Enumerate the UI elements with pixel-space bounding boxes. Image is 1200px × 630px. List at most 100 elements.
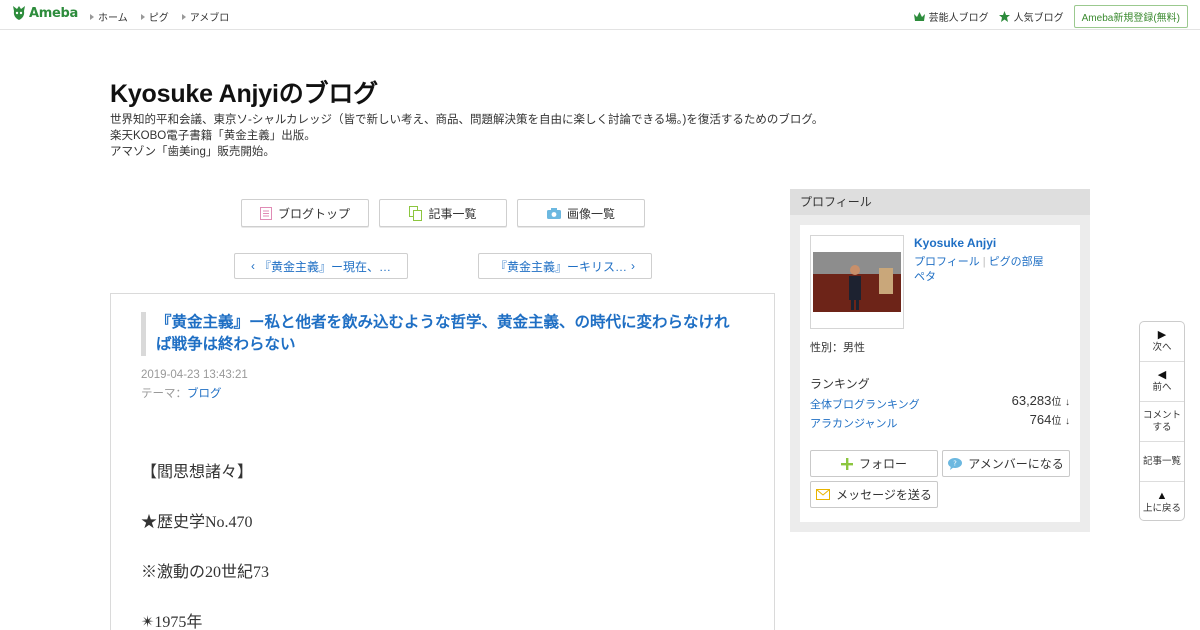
register-button[interactable]: Ameba新規登録(無料) (1073, 5, 1188, 28)
blog-description-line: アマゾン「歯美ing」販売開始。 (110, 146, 275, 158)
envelope-icon (816, 489, 831, 500)
blog-top-button[interactable]: ブログトップ (241, 199, 369, 227)
rank-down-arrow: ↓ (1065, 397, 1070, 408)
document-icon (259, 206, 272, 220)
rank-unit: 位 (1051, 397, 1062, 408)
global-header: Ameba ホーム ピグ アメブロ 芸能人ブログ 人気ブログ Ameba新規登録… (0, 0, 1200, 30)
caret-right-icon (90, 13, 94, 20)
float-top-button[interactable]: ▲ 上に戻る (1140, 482, 1184, 522)
ameba-logo[interactable]: Ameba (12, 5, 78, 22)
float-next-button[interactable]: ▶ 次へ (1140, 322, 1184, 362)
nav-ameblo-label: アメブロ (189, 13, 230, 24)
blog-description-line: 世界知的平和会議、東京ソ-シャルカレッジ（皆で新しい考え、商品、問題解決策を自由… (110, 114, 824, 126)
crown-icon (913, 12, 925, 21)
float-next-label: 次へ (1152, 342, 1172, 353)
chevron-right-icon: › (631, 259, 635, 273)
profile-box: Kyosuke Anjyi プロフィール | ピグの部屋 ペタ 性別：男性 ランキン… (800, 225, 1080, 522)
profile-sex: 性別：男性 (810, 342, 865, 354)
article-paragraph: ※激動の20世紀73 (141, 564, 270, 581)
article-paragraph: 【閻思想諸々】 (141, 464, 254, 481)
article-date: 2019-04-23 13:43:21 (141, 369, 248, 381)
amember-label: アメンバーになる (968, 457, 1064, 471)
svg-text:?: ? (953, 459, 957, 467)
float-comment-label: コメント (1142, 409, 1181, 421)
float-article-list-button[interactable]: 記事一覧 (1140, 442, 1184, 482)
pigg-room-link[interactable]: ピグの部屋 (989, 256, 1044, 268)
blog-title[interactable]: Kyosuke Anjyiのブログ (110, 74, 378, 110)
play-left-icon: ◀ (1157, 369, 1167, 381)
peta-link[interactable]: ペタ (914, 271, 936, 283)
rank-down-arrow: ↓ (1065, 416, 1070, 427)
floating-menu: ▶ 次へ ◀ 前へ コメント する 記事一覧 ▲ 上に戻る (1139, 321, 1185, 521)
ranking-genre-link[interactable]: アラカンジャンル (810, 415, 897, 431)
star-icon (998, 11, 1010, 22)
popular-blog-label: 人気ブログ (1013, 13, 1064, 24)
article-list-label: 記事一覧 (428, 206, 477, 221)
prev-article-label: 『黄金主義』ー現在、… (258, 259, 391, 274)
article-theme: テーマ：ブログ (141, 385, 222, 401)
nav-ameblo[interactable]: アメブロ (181, 9, 230, 24)
ranking-overall-value: 63,283位 ↓ (1012, 393, 1070, 408)
float-prev-button[interactable]: ◀ 前へ (1140, 362, 1184, 402)
ranking-row-overall: 全体ブログランキング 63,283位 ↓ (810, 393, 1070, 411)
article-title[interactable]: 『黄金主義』ー私と他者を飲み込むような哲学、黄金主義、の時代に変わらなければ戦争… (141, 312, 741, 356)
next-article-link[interactable]: 『黄金主義』ーキリス… › (478, 253, 652, 279)
profile-link[interactable]: プロフィール (914, 256, 980, 268)
article-paragraph: ★歴史学No.470 (141, 514, 253, 531)
blog-description-line: 楽天KOBO電子書籍「黄金主義」出版。 (110, 130, 316, 142)
ranking-row-genre: アラカンジャンル 764位 ↓ (810, 412, 1070, 430)
follow-label: フォロー (858, 457, 907, 471)
float-top-label: 上に戻る (1142, 502, 1181, 514)
message-button[interactable]: メッセージを送る (810, 481, 938, 508)
ranking-genre-number: 764 (1029, 412, 1052, 427)
caret-right-icon (181, 13, 186, 20)
play-right-icon: ▶ (1157, 329, 1167, 341)
image-list-button[interactable]: 画像一覧 (517, 199, 645, 227)
article-paragraph: ✴1975年 (141, 614, 203, 630)
global-nav: ホーム ピグ アメブロ (90, 9, 229, 24)
float-prev-label: 前へ (1152, 382, 1172, 393)
camera-icon (546, 207, 561, 219)
copy-documents-icon (409, 205, 423, 221)
rank-unit: 位 (1051, 416, 1062, 427)
popular-blog-link[interactable]: 人気ブログ (998, 9, 1064, 24)
ranking-overall-link[interactable]: 全体ブログランキング (810, 396, 920, 412)
ranking-genre-value: 764位 ↓ (1030, 412, 1070, 427)
message-label: メッセージを送る (836, 488, 932, 502)
nav-pigg[interactable]: ピグ (140, 9, 169, 24)
ameba-mascot-icon (13, 6, 25, 20)
nav-pigg-label: ピグ (148, 13, 169, 24)
float-comment-button[interactable]: コメント する (1140, 402, 1184, 442)
blog-top-label: ブログトップ (277, 206, 350, 221)
nav-home-label: ホーム (98, 13, 128, 24)
profile-photo[interactable] (810, 235, 904, 329)
profile-links: プロフィール | ピグの部屋 ペタ (914, 255, 1074, 285)
profile-name[interactable]: Kyosuke Anjyi (914, 236, 996, 250)
plus-icon (840, 457, 853, 470)
nav-home[interactable]: ホーム (90, 9, 128, 24)
next-article-label: 『黄金主義』ーキリス… (494, 259, 627, 274)
speech-bubble-icon: ? (948, 457, 963, 470)
theme-label: テーマ： (141, 388, 187, 400)
ranking-overall-number: 63,283 (1011, 393, 1052, 408)
profile-heading: プロフィール (790, 189, 1090, 215)
follow-button[interactable]: フォロー (810, 450, 938, 477)
link-separator: | (982, 256, 986, 268)
speaker-photo (813, 252, 901, 312)
theme-link[interactable]: ブログ (187, 388, 222, 400)
amember-button[interactable]: ? アメンバーになる (942, 450, 1070, 477)
ranking-heading: ランキング (810, 377, 870, 391)
logo-text: Ameba (29, 6, 79, 21)
blog-description: 世界知的平和会議、東京ソ-シャルカレッジ（皆で新しい考え、商品、問題解決策を自由… (110, 112, 823, 160)
celebrity-blog-link[interactable]: 芸能人ブログ (913, 9, 989, 24)
profile-sidebar: プロフィール Kyosuke Anjyi プロフィール | ピグの部屋 ペタ 性別：… (790, 189, 1090, 532)
article-list-button[interactable]: 記事一覧 (379, 199, 507, 227)
prev-article-link[interactable]: ‹ 『黄金主義』ー現在、… (234, 253, 408, 279)
float-article-list-label: 記事一覧 (1142, 455, 1181, 467)
header-right: 芸能人ブログ 人気ブログ Ameba新規登録(無料) (913, 5, 1188, 28)
article: 『黄金主義』ー私と他者を飲み込むような哲学、黄金主義、の時代に変わらなければ戦争… (110, 293, 775, 630)
chevron-left-icon: ‹ (250, 259, 255, 273)
profile-photo-image (813, 252, 901, 312)
article-body: 【閻思想諸々】 ★歴史学No.470 ※激動の20世紀73 ✴1975年 (141, 458, 269, 630)
float-comment-label-2: する (1152, 421, 1172, 433)
